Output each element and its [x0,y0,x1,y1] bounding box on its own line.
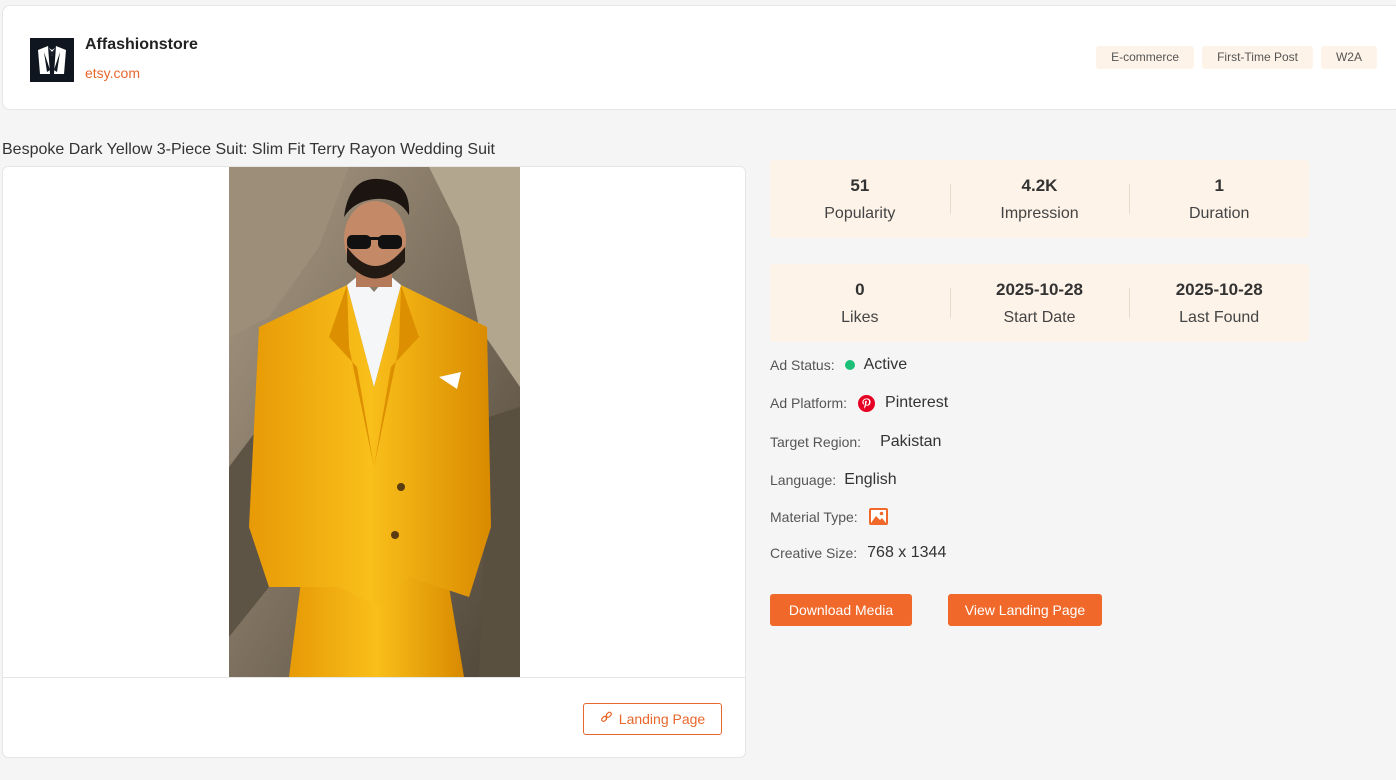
stat-last-found: 2025-10-28 Last Found [1129,264,1309,342]
ad-platform-value: Pinterest [885,394,949,411]
ad-platform-row: Ad Platform: Pinterest [770,394,948,412]
image-icon [868,508,888,525]
creative-size-value: 768 x 1344 [867,544,947,561]
stat-start-date: 2025-10-28 Start Date [949,264,1130,342]
stat-likes: 0 Likes [770,264,950,342]
media-divider [3,677,745,678]
status-dot-icon [844,360,855,370]
target-region-label: Target Region: [770,434,862,450]
creative-size-label: Creative Size: [770,545,858,561]
tag-w2a: W2A [1320,46,1377,69]
download-media-button[interactable]: Download Media [770,594,912,626]
stat-value: 2025-10-28 [1175,280,1263,299]
stat-duration: 1 Duration [1129,160,1309,238]
stat-value: 0 [855,280,865,299]
ad-status-value: Active [863,356,908,373]
stat-label: Duration [1188,205,1250,222]
tag-ecommerce: E-commerce [1096,46,1195,69]
language-row: Language: English [770,471,897,489]
stats-row-1: 51 Popularity 4.2K Impression 1 Duration [770,160,1309,238]
stat-label: Likes [841,309,879,326]
stat-value: 1 [1214,176,1224,195]
ad-status-row: Ad Status: Active [770,356,907,374]
ad-platform-label: Ad Platform: [770,395,848,411]
tuxedo-logo-icon [30,38,74,82]
creative-size-row: Creative Size: 768 x 1344 [770,544,946,562]
tag-list: E-commerce First-Time Post W2A [1096,46,1377,69]
stat-label: Last Found [1179,309,1260,326]
ad-status-label: Ad Status: [770,357,835,373]
stats-row-2: 0 Likes 2025-10-28 Start Date 2025-10-28… [770,264,1309,342]
material-type-label: Material Type: [770,508,858,525]
material-type-row: Material Type: [770,508,888,525]
landing-page-label: Landing Page [618,711,706,727]
stat-popularity: 51 Popularity [770,160,950,238]
stat-impression: 4.2K Impression [949,160,1130,238]
advertiser-header: Affashionstore etsy.com E-commerce First… [2,5,1396,110]
advertiser-domain[interactable]: etsy.com [85,65,140,81]
pinterest-icon [858,394,876,412]
target-region-value: Pakistan [880,433,942,450]
landing-page-button[interactable]: Landing Page [583,703,722,735]
language-label: Language: [770,472,837,488]
target-region-row: Target Region: Pakistan [770,433,941,451]
stat-label: Start Date [1003,309,1076,326]
ad-title: Bespoke Dark Yellow 3-Piece Suit: Slim F… [2,141,495,158]
ad-creative-image[interactable] [229,167,520,677]
media-card: Landing Page [2,166,746,758]
stat-label: Popularity [824,205,896,222]
stat-label: Impression [1000,205,1079,222]
language-value: English [844,471,897,488]
tag-first-time-post: First-Time Post [1202,46,1313,69]
view-landing-page-button[interactable]: View Landing Page [948,594,1102,626]
link-icon [600,711,613,727]
stat-value: 4.2K [1021,176,1058,195]
stat-value: 2025-10-28 [996,280,1083,299]
stat-value: 51 [850,176,870,195]
advertiser-name: Affashionstore [85,36,198,53]
